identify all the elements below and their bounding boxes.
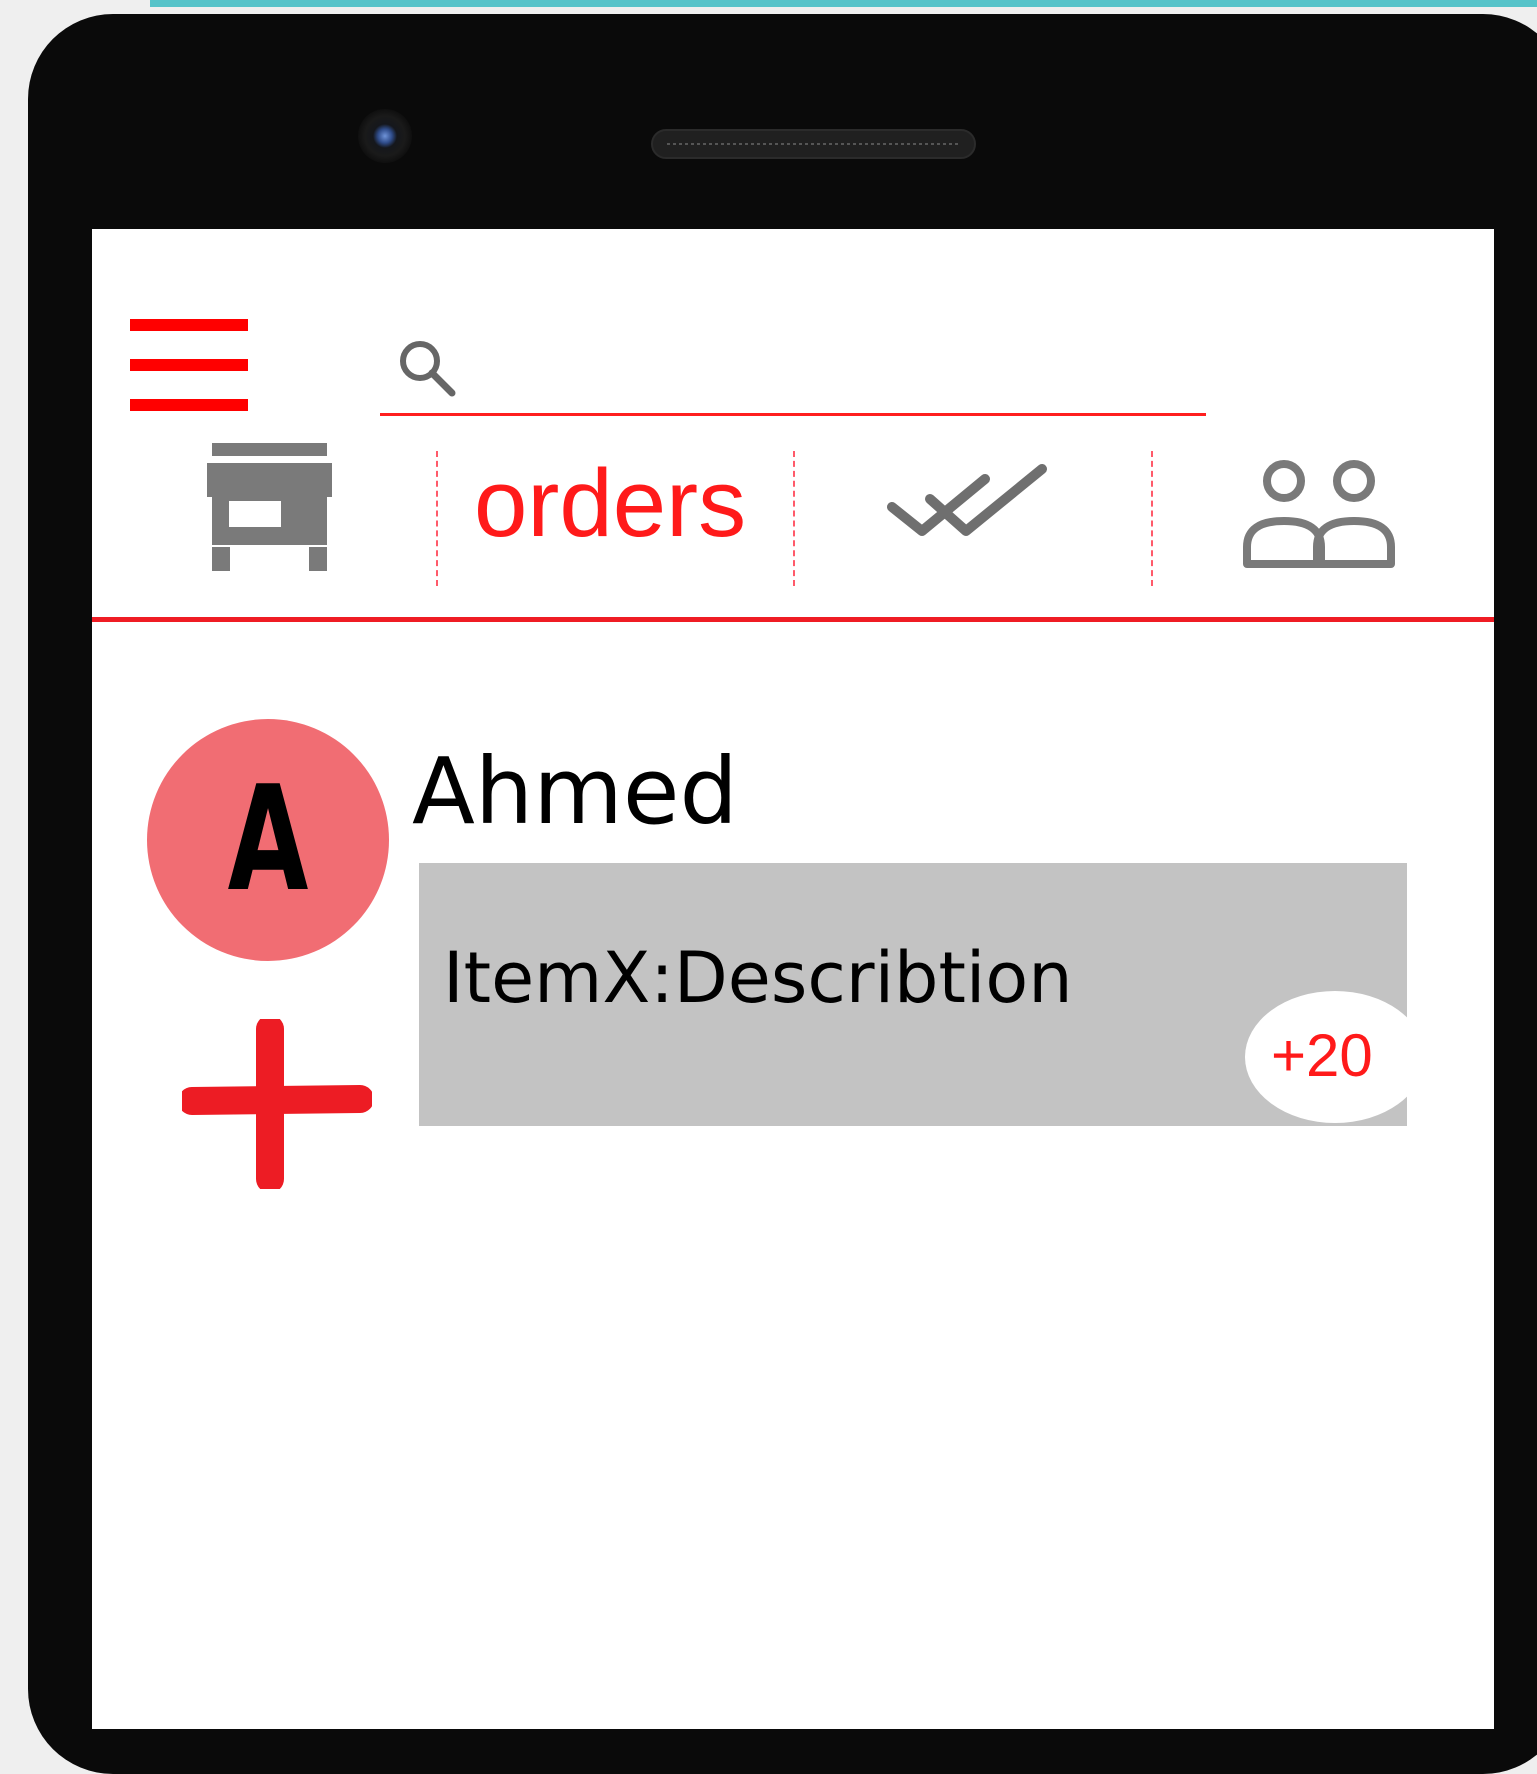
app-screen: orders A Ahmed ItemX:Describtion +20	[92, 229, 1494, 1729]
double-check-icon	[887, 464, 1047, 536]
order-card[interactable]: ItemX:Describtion +20	[419, 863, 1407, 1126]
tab-divider	[793, 451, 795, 586]
tab-divider	[436, 451, 438, 586]
store-icon	[207, 443, 332, 571]
tab-orders[interactable]: orders	[444, 439, 764, 579]
top-accent-bar	[150, 0, 1537, 7]
tab-users[interactable]	[1242, 439, 1402, 579]
avatar-letter: A	[227, 755, 309, 924]
search-icon	[400, 341, 456, 397]
tab-store[interactable]	[202, 439, 337, 579]
tab-divider	[1151, 451, 1153, 586]
price-value: +20	[1271, 1022, 1373, 1089]
users-icon	[1243, 460, 1395, 568]
camera-icon	[358, 109, 412, 163]
hamburger-line-icon	[130, 359, 248, 371]
tabs-underline	[92, 617, 1494, 622]
search-bar[interactable]	[380, 325, 1206, 416]
hamburger-line-icon	[130, 319, 248, 331]
speaker-grille	[651, 129, 976, 159]
customer-name: Ahmed	[412, 738, 738, 845]
search-input[interactable]	[472, 339, 1196, 401]
price-badge: +20	[1245, 991, 1407, 1123]
add-order-button[interactable]	[178, 1015, 374, 1193]
menu-button[interactable]	[130, 319, 248, 411]
tab-orders-label: orders	[474, 450, 747, 557]
order-item-description: ItemX:Describtion	[443, 937, 1073, 1019]
hamburger-line-icon	[130, 399, 248, 411]
plus-icon	[178, 1015, 374, 1193]
tab-completed[interactable]	[882, 439, 1052, 579]
avatar[interactable]: A	[147, 719, 389, 961]
